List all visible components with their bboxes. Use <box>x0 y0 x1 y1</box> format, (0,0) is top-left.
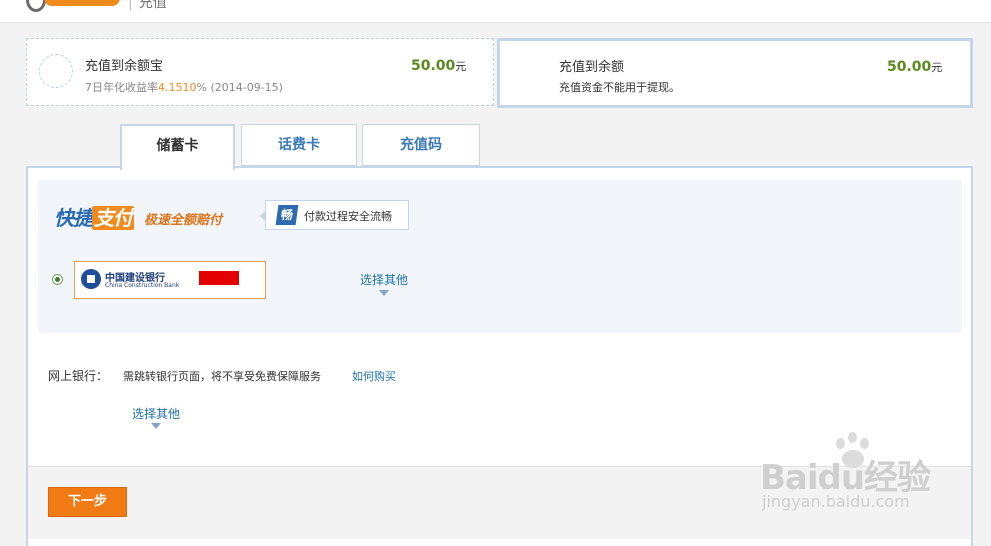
netbank-note: 需跳转银行页面，将不享受免费保障服务 <box>123 370 321 383</box>
next-step-button[interactable]: 下一步 <box>48 487 127 517</box>
bank-name-en: China Construction Bank <box>105 282 180 289</box>
balance-subtitle: 充值资金不能用于提现。 <box>559 81 680 94</box>
chevron-down-icon[interactable] <box>379 290 389 296</box>
balance-amount-unit: 元 <box>931 61 943 74</box>
yuebao-rate-date: % (2014-09-15) <box>196 81 283 94</box>
top-bar: | 充值 <box>0 0 991 23</box>
page-title: | 充值 <box>128 0 167 12</box>
yuebao-rate: 4.1510 <box>158 81 197 94</box>
option-yuebao[interactable]: 充值到余额宝 7日年化收益率4.1510% (2014-09-15) 50.00… <box>26 38 494 106</box>
netbank-label: 网上银行： <box>48 369 109 383</box>
logo-icon <box>26 0 46 12</box>
yuebao-amount: 50.00元 <box>411 58 466 74</box>
option-balance[interactable]: 充值到余额 充值资金不能用于提现。 50.00元 <box>497 38 973 108</box>
safety-badge-text: 付款过程安全流畅 <box>304 210 392 223</box>
netbank-choose-other[interactable]: 选择其他 <box>132 405 180 422</box>
yuebao-title: 充值到余额宝 <box>85 59 164 74</box>
quickpay-slogan: 极速全额赔付 <box>144 213 223 228</box>
yuebao-subtitle: 7日年化收益率4.1510% (2014-09-15) <box>85 79 283 95</box>
logo-mark <box>44 0 120 6</box>
yuebao-radio-icon[interactable] <box>39 54 73 88</box>
page-title-text: 充值 <box>138 0 167 11</box>
balance-amount-value: 50.00 <box>887 59 932 75</box>
balance-title: 充值到余额 <box>559 60 625 75</box>
tab-phone-card[interactable]: 话费卡 <box>241 124 357 166</box>
balance-amount: 50.00元 <box>887 59 942 75</box>
quickpay-section <box>38 180 962 333</box>
quickpay-logo-part1: 快捷 <box>54 206 93 230</box>
bank-radio[interactable] <box>52 274 63 285</box>
smooth-icon: 畅 <box>275 205 299 225</box>
how-to-buy-link[interactable]: 如何购买 <box>352 368 396 384</box>
badge-notch <box>260 210 266 222</box>
bank-card-ccb[interactable]: 中国建设银行 China Construction Bank <box>74 261 266 299</box>
tab-debit-card[interactable]: 储蓄卡 <box>120 124 235 170</box>
yuebao-amount-unit: 元 <box>455 60 467 73</box>
watermark-url: jingyan.baidu.com <box>762 492 910 511</box>
ccb-logo-icon <box>81 269 101 289</box>
quickpay-choose-other[interactable]: 选择其他 <box>360 271 408 288</box>
card-number-redaction <box>199 271 239 285</box>
quickpay-logo-part2: 支付 <box>92 206 134 230</box>
quickpay-logo: 快捷 支付 <box>54 202 134 231</box>
tab-recharge-code[interactable]: 充值码 <box>362 124 480 166</box>
chevron-down-icon[interactable] <box>151 423 161 429</box>
yuebao-amount-value: 50.00 <box>411 58 456 74</box>
yuebao-rate-label: 7日年化收益率 <box>85 81 158 94</box>
safety-badge: 畅 付款过程安全流畅 <box>260 200 409 230</box>
